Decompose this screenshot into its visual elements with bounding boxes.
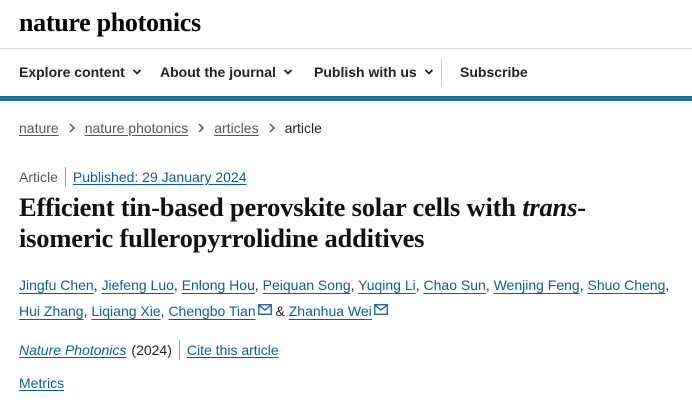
nav-publish-with-us-label: Publish with us [314,64,417,80]
author-link[interactable]: Peiquan Song [263,277,351,293]
cite-this-article-link[interactable]: Cite this article [187,342,279,358]
nav-subscribe[interactable]: Subscribe [460,49,528,95]
nav-about-journal-label: About the journal [160,64,276,80]
chevron-down-icon [424,69,433,75]
accent-bar [0,96,692,101]
article-title: Efficient tin-based perovskite solar cel… [19,192,679,254]
main-nav: Explore content About the journal Publis… [0,49,692,95]
chevron-right-icon [69,123,75,133]
breadcrumb-nature-photonics[interactable]: nature photonics [85,120,189,136]
journal-name[interactable]: Nature Photonics [19,342,126,358]
author-list: Jingfu Chen, Jiefeng Luo, Enlong Hou, Pe… [19,277,670,319]
site-logo[interactable]: nature photonics [19,7,201,39]
author-link[interactable]: Enlong Hou [182,277,255,293]
metrics-link[interactable]: Metrics [19,375,64,391]
title-italic-trans: trans [522,192,578,222]
nav-explore-content[interactable]: Explore content [19,49,142,95]
chevron-right-icon [198,123,205,133]
nav-publish-with-us[interactable]: Publish with us [314,49,434,95]
chevron-down-icon [132,69,141,75]
author-link[interactable]: Jiefeng Luo [102,277,174,293]
author-link[interactable]: Hui Zhang [19,303,84,319]
citation-line: Nature Photonics (2024) Cite this articl… [19,339,279,361]
article-meta: Article Published: 29 January 2024 [19,166,246,188]
meta-divider [64,167,66,187]
author-link[interactable]: Liqiang Xie [91,303,160,319]
author-link[interactable]: Wenjing Feng [494,277,580,293]
breadcrumb: nature nature photonics articles article [19,118,322,138]
author-link[interactable]: Chao Sun [424,277,486,293]
author-link[interactable]: Zhanhua Wei [289,303,372,319]
nav-explore-content-label: Explore content [19,64,125,80]
chevron-right-icon [269,123,275,133]
mail-icon[interactable] [257,304,272,315]
chevron-down-icon [283,69,293,75]
author-link[interactable]: Chengbo Tian [168,303,255,319]
published-date[interactable]: Published: 29 January 2024 [73,169,247,185]
title-text-start: Efficient tin-based perovskite solar cel… [19,192,523,222]
author-link[interactable]: Yuqing Li [358,277,416,293]
nav-about-journal[interactable]: About the journal [160,49,293,95]
mail-icon[interactable] [373,304,388,315]
breadcrumb-articles[interactable]: articles [214,120,258,136]
author-link[interactable]: Jingfu Chen [19,277,94,293]
breadcrumb-article: article [284,120,322,136]
breadcrumb-nature[interactable]: nature [19,120,59,136]
author-link[interactable]: Shuo Cheng [588,277,666,293]
publication-year: (2024) [131,342,172,358]
nav-divider [441,59,442,87]
citation-divider [178,340,180,360]
article-type: Article [19,169,58,185]
